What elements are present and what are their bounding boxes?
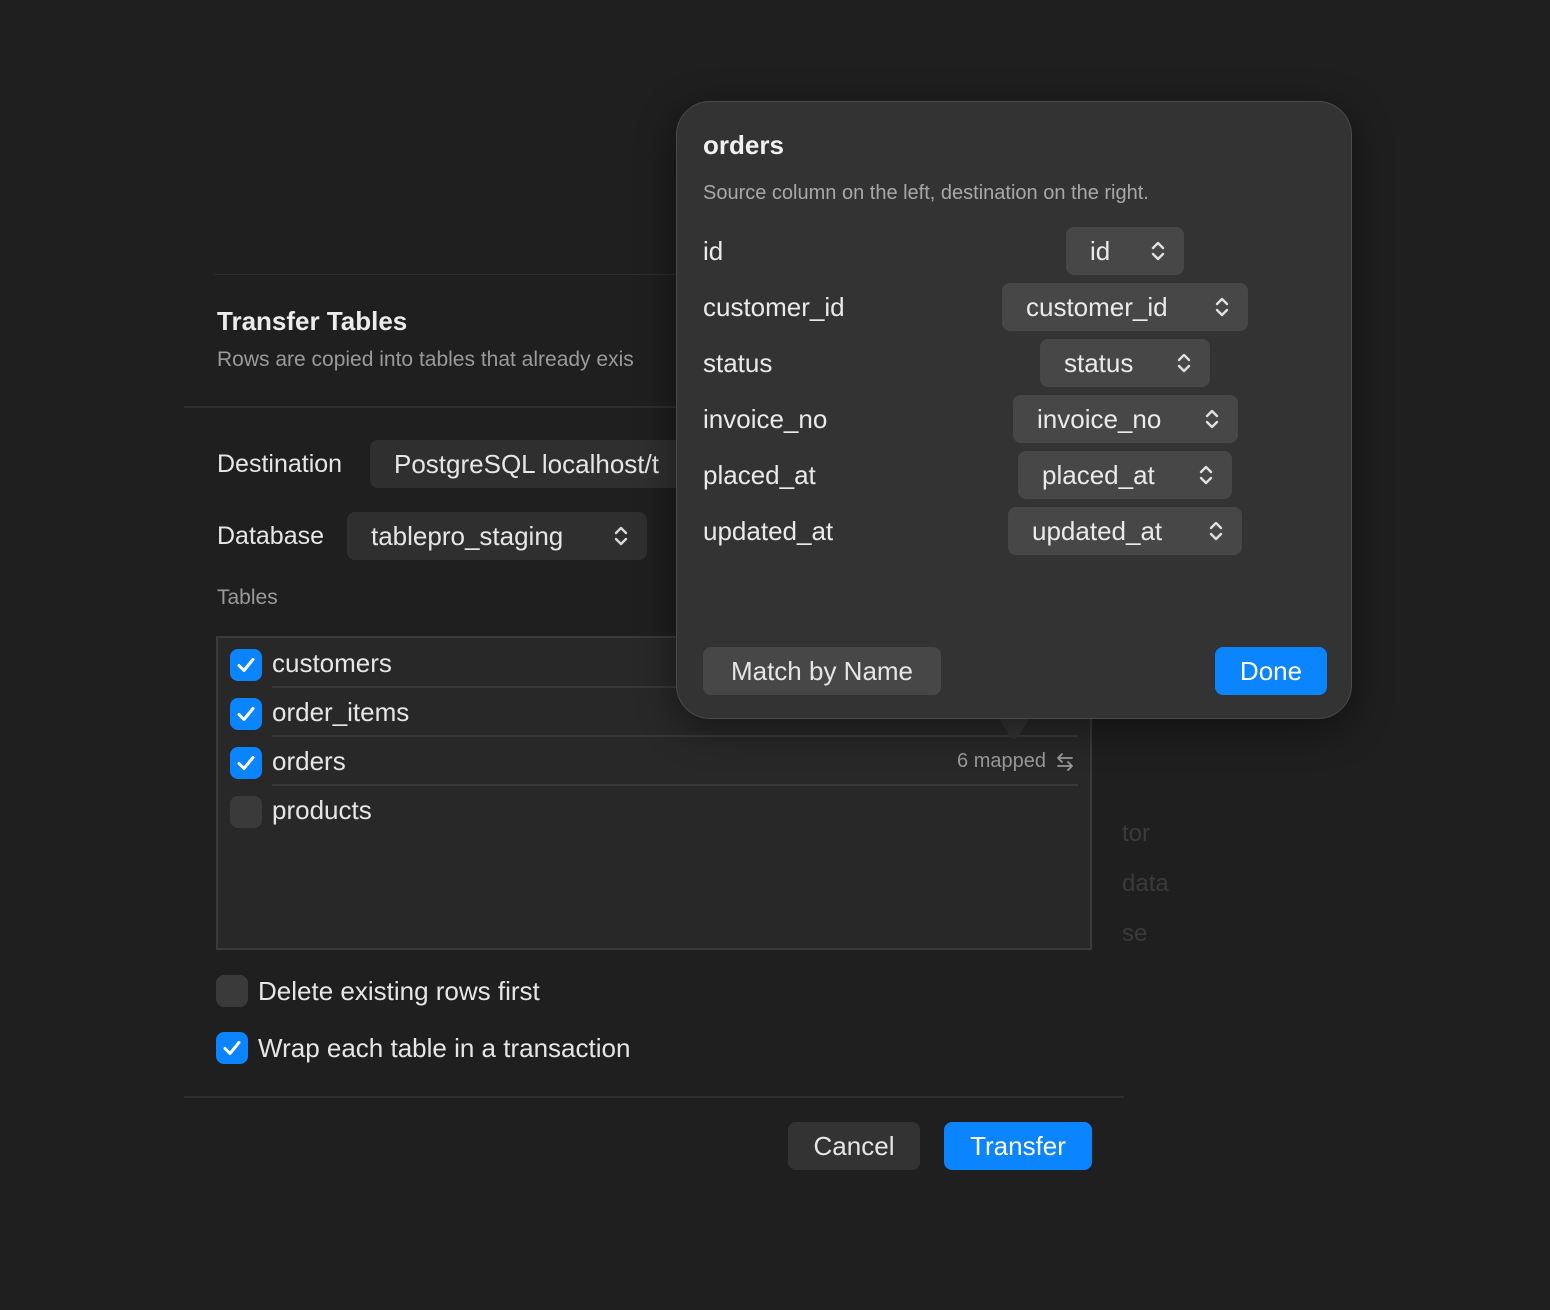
popover-title: orders: [703, 130, 784, 160]
checkmark-icon: [223, 1041, 241, 1055]
delete-rows-checkbox[interactable]: [216, 975, 248, 1007]
transaction-checkbox[interactable]: [216, 1032, 248, 1064]
destination-column-select[interactable]: updated_at: [1008, 507, 1242, 555]
table-checkbox[interactable]: [230, 698, 262, 730]
table-row[interactable]: orders 6 mapped: [218, 738, 1090, 786]
mapping-row: id id: [677, 227, 1353, 275]
destination-column-select[interactable]: placed_at: [1018, 451, 1232, 499]
database-label: Database: [217, 522, 325, 550]
table-checkbox[interactable]: [230, 747, 262, 779]
table-checkbox[interactable]: [230, 649, 262, 681]
delete-rows-label: Delete existing rows first: [258, 975, 540, 1006]
destination-select[interactable]: PostgreSQL localhost/t: [370, 440, 700, 488]
chevron-updown-icon: [1199, 465, 1213, 485]
source-column: placed_at: [703, 460, 816, 490]
chevron-updown-icon: [614, 526, 628, 546]
destination-column-select[interactable]: invoice_no: [1013, 395, 1238, 443]
source-column: updated_at: [703, 516, 834, 546]
destination-value: PostgreSQL localhost/t: [394, 449, 659, 479]
destination-column-select[interactable]: customer_id: [1002, 283, 1248, 331]
table-name: orders: [272, 746, 346, 776]
destination-column: customer_id: [1026, 292, 1168, 322]
obscured-text: se: [1122, 920, 1148, 947]
chevron-updown-icon: [1151, 241, 1165, 261]
row-separator: [272, 735, 1078, 737]
database-select[interactable]: tablepro_staging: [347, 512, 647, 560]
mapping-row: invoice_no invoice_no: [677, 395, 1353, 443]
column-mapping-popover: orders Source column on the left, destin…: [676, 101, 1352, 719]
chevron-updown-icon: [1215, 297, 1229, 317]
source-column: status: [703, 348, 773, 378]
table-row[interactable]: products: [218, 787, 1090, 835]
swap-arrows-icon: [1057, 752, 1073, 771]
destination-column-select[interactable]: status: [1040, 339, 1210, 387]
mapping-row: updated_at updated_at: [677, 507, 1353, 555]
database-value: tablepro_staging: [371, 521, 564, 551]
table-checkbox[interactable]: [230, 796, 262, 828]
transaction-option[interactable]: Wrap each table in a transaction: [216, 1031, 630, 1065]
checkmark-icon: [237, 756, 255, 770]
chevron-updown-icon: [1205, 409, 1219, 429]
done-button[interactable]: Done: [1215, 647, 1327, 695]
destination-column-select[interactable]: id: [1066, 227, 1184, 275]
destination-label: Destination: [217, 450, 343, 478]
footer-divider: [184, 1096, 1124, 1098]
cancel-button[interactable]: Cancel: [788, 1122, 920, 1170]
source-column: customer_id: [703, 292, 845, 322]
obscured-text: tor: [1122, 820, 1151, 847]
destination-column: placed_at: [1042, 460, 1155, 490]
destination-column: updated_at: [1032, 516, 1163, 546]
checkmark-icon: [237, 707, 255, 721]
transfer-button[interactable]: Transfer: [944, 1122, 1092, 1170]
chevron-updown-icon: [1209, 521, 1223, 541]
table-name: order_items: [272, 697, 410, 727]
mapped-count: 6 mapped: [957, 750, 1046, 772]
chevron-updown-icon: [1177, 353, 1191, 373]
mapping-row: placed_at placed_at: [677, 451, 1353, 499]
match-by-name-button[interactable]: Match by Name: [703, 647, 941, 695]
transaction-label: Wrap each table in a transaction: [258, 1032, 631, 1063]
source-column: invoice_no: [703, 404, 828, 434]
table-name: products: [272, 795, 372, 825]
sheet-subtitle: Rows are copied into tables that already…: [217, 348, 634, 371]
mapped-indicator[interactable]: 6 mapped: [957, 750, 1076, 773]
sheet-title: Transfer Tables: [217, 306, 408, 336]
delete-rows-option[interactable]: Delete existing rows first: [216, 974, 540, 1008]
checkmark-icon: [237, 658, 255, 672]
destination-column: invoice_no: [1037, 404, 1162, 434]
destination-column: status: [1064, 348, 1134, 378]
tables-label: Tables: [217, 586, 278, 609]
destination-column: id: [1090, 236, 1111, 266]
table-name: customers: [272, 648, 392, 678]
mapping-row: customer_id customer_id: [677, 283, 1353, 331]
mapping-row: status status: [677, 339, 1353, 387]
row-separator: [272, 784, 1078, 786]
popover-subtitle: Source column on the left, destination o…: [703, 182, 1149, 204]
obscured-text: data: [1122, 870, 1169, 897]
source-column: id: [703, 236, 724, 266]
